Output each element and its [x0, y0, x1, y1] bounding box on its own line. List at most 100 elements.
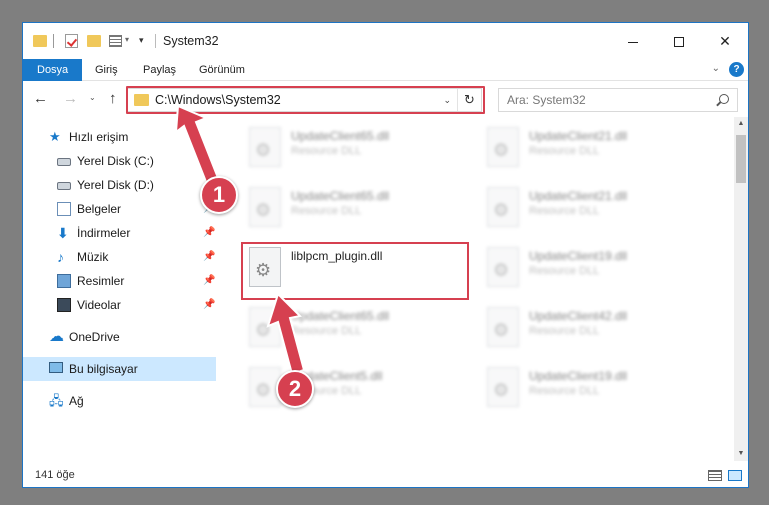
nav-item-pictures[interactable]: Resimler 📌 [23, 269, 216, 293]
file-description: Resource DLL [529, 205, 600, 217]
scroll-down-icon[interactable]: ▼ [734, 447, 748, 461]
nav-item-videos[interactable]: Videolar 📌 [23, 293, 216, 317]
step-2-badge: 2 [276, 370, 314, 408]
search-placeholder: Ara: System32 [507, 93, 586, 107]
pin-icon[interactable]: 📌 [203, 293, 215, 317]
maximize-icon [674, 37, 684, 48]
file-item[interactable]: UpdateClient65.dll Resource DLL [243, 123, 473, 179]
toolbar-divider [53, 34, 54, 48]
file-name: UpdateClient19.dll [529, 249, 628, 263]
customize-icon[interactable] [109, 35, 122, 47]
window-title: System32 [163, 34, 219, 48]
file-name: UpdateClient19.dll [529, 369, 628, 383]
nav-label: Yerel Disk (C:) [77, 154, 154, 168]
file-name: UpdateClient65.dll [291, 129, 390, 143]
up-button[interactable]: ↑ [109, 90, 117, 107]
video-icon [57, 298, 71, 312]
nav-label: Yerel Disk (D:) [77, 178, 154, 192]
file-name: UpdateClient42.dll [529, 309, 628, 323]
minimize-button[interactable] [610, 23, 656, 59]
download-icon: ⬇ [57, 225, 69, 241]
network-icon: 🖧 [49, 393, 64, 408]
dll-file-icon [249, 127, 281, 167]
file-item[interactable]: UpdateClient19.dll Resource DLL [481, 363, 711, 419]
new-folder-icon[interactable] [87, 35, 101, 47]
file-item[interactable]: UpdateClient21.dll Resource DLL [481, 123, 711, 179]
close-icon: ✕ [719, 33, 731, 49]
nav-label: Resimler [77, 274, 125, 288]
title-bar: ▾ ▾ System32 ✕ [23, 23, 748, 59]
help-icon[interactable]: ? [729, 62, 744, 77]
forward-button[interactable]: → [63, 90, 78, 107]
nav-label: Ağ [69, 394, 84, 408]
file-description: Resource DLL [529, 145, 600, 157]
search-box[interactable]: Ara: System32 [498, 88, 738, 112]
scroll-thumb[interactable] [736, 135, 746, 183]
status-bar: 141 öğe [23, 465, 748, 487]
tab-view[interactable]: Görünüm [191, 59, 253, 81]
dll-file-icon [487, 247, 519, 287]
nav-item-music[interactable]: ♪ Müzik 📌 [23, 245, 216, 269]
file-description: Resource DLL [529, 265, 600, 277]
file-description: Resource DLL [291, 205, 362, 217]
dll-file-icon [487, 187, 519, 227]
quick-access-dropdown-icon[interactable]: ▾ [139, 35, 144, 51]
nav-item-downloads[interactable]: ⬇ İndirmeler 📌 [23, 221, 216, 245]
recent-locations-icon[interactable]: ⌄ [89, 93, 96, 102]
large-icons-view-icon[interactable] [728, 470, 742, 481]
dll-file-icon [249, 187, 281, 227]
nav-item-this-pc[interactable]: Bu bilgisayar [23, 357, 216, 381]
pin-icon[interactable]: 📌 [203, 221, 215, 245]
folder-icon [33, 35, 47, 47]
documents-icon [57, 202, 71, 216]
maximize-button[interactable] [656, 23, 702, 59]
file-name: UpdateClient21.dll [529, 189, 628, 203]
nav-item-network[interactable]: 🖧 Ağ [23, 389, 216, 413]
file-name: UpdateClient21.dll [529, 129, 628, 143]
cloud-icon: ☁ [49, 328, 64, 345]
music-icon: ♪ [57, 249, 64, 265]
computer-icon [49, 362, 63, 373]
properties-check-icon[interactable] [65, 34, 78, 48]
drive-icon [57, 158, 71, 166]
dll-file-icon [487, 307, 519, 347]
back-button[interactable]: ← [33, 90, 48, 107]
dll-file-icon [487, 367, 519, 407]
item-count: 141 öğe [35, 469, 75, 481]
nav-label: İndirmeler [77, 226, 131, 240]
file-item[interactable]: UpdateClient21.dll Resource DLL [481, 183, 711, 239]
tab-file[interactable]: Dosya [23, 59, 83, 81]
explorer-window: ▾ ▾ System32 ✕ Dosya Giriş Paylaş Görünü… [22, 22, 749, 488]
nav-label: Videolar [77, 298, 121, 312]
nav-item-onedrive[interactable]: ☁ OneDrive [23, 325, 216, 349]
address-row: ← → ⌄ ↑ C:\Windows\System32 ⌄ ↻ Ara: Sys… [23, 81, 748, 117]
search-icon[interactable] [719, 94, 729, 104]
tab-home[interactable]: Giriş [87, 59, 126, 81]
nav-label: Müzik [77, 250, 109, 264]
step-1-badge: 1 [200, 176, 238, 214]
expand-ribbon-icon[interactable]: ⌄ [712, 63, 720, 74]
details-view-icon[interactable] [708, 470, 722, 481]
close-button[interactable]: ✕ [702, 23, 748, 59]
pin-icon[interactable]: 📌 [203, 269, 215, 293]
file-description: Resource DLL [529, 385, 600, 397]
ribbon-tabs: Dosya Giriş Paylaş Görünüm ⌄ ? [23, 59, 748, 81]
scroll-up-icon[interactable]: ▲ [734, 117, 748, 131]
file-item[interactable]: UpdateClient65.dll Resource DLL [243, 183, 473, 239]
customize-arrow-icon: ▾ [125, 35, 130, 44]
vertical-scrollbar[interactable]: ▲ ▼ [734, 117, 748, 461]
nav-label: Belgeler [77, 202, 122, 216]
file-description: Resource DLL [291, 145, 362, 157]
title-divider [155, 34, 156, 48]
file-item[interactable]: UpdateClient42.dll Resource DLL [481, 303, 711, 359]
nav-item-documents[interactable]: Belgeler 📌 [23, 197, 216, 221]
tab-share[interactable]: Paylaş [135, 59, 184, 81]
minimize-icon [628, 41, 638, 43]
drive-icon [57, 182, 71, 190]
file-item[interactable]: UpdateClient19.dll Resource DLL [481, 243, 711, 299]
nav-label: Bu bilgisayar [69, 362, 138, 376]
file-list: UpdateClient65.dll Resource DLL UpdateCl… [219, 117, 736, 461]
pin-icon[interactable]: 📌 [203, 245, 215, 269]
file-description: Resource DLL [529, 325, 600, 337]
dll-file-icon [487, 127, 519, 167]
